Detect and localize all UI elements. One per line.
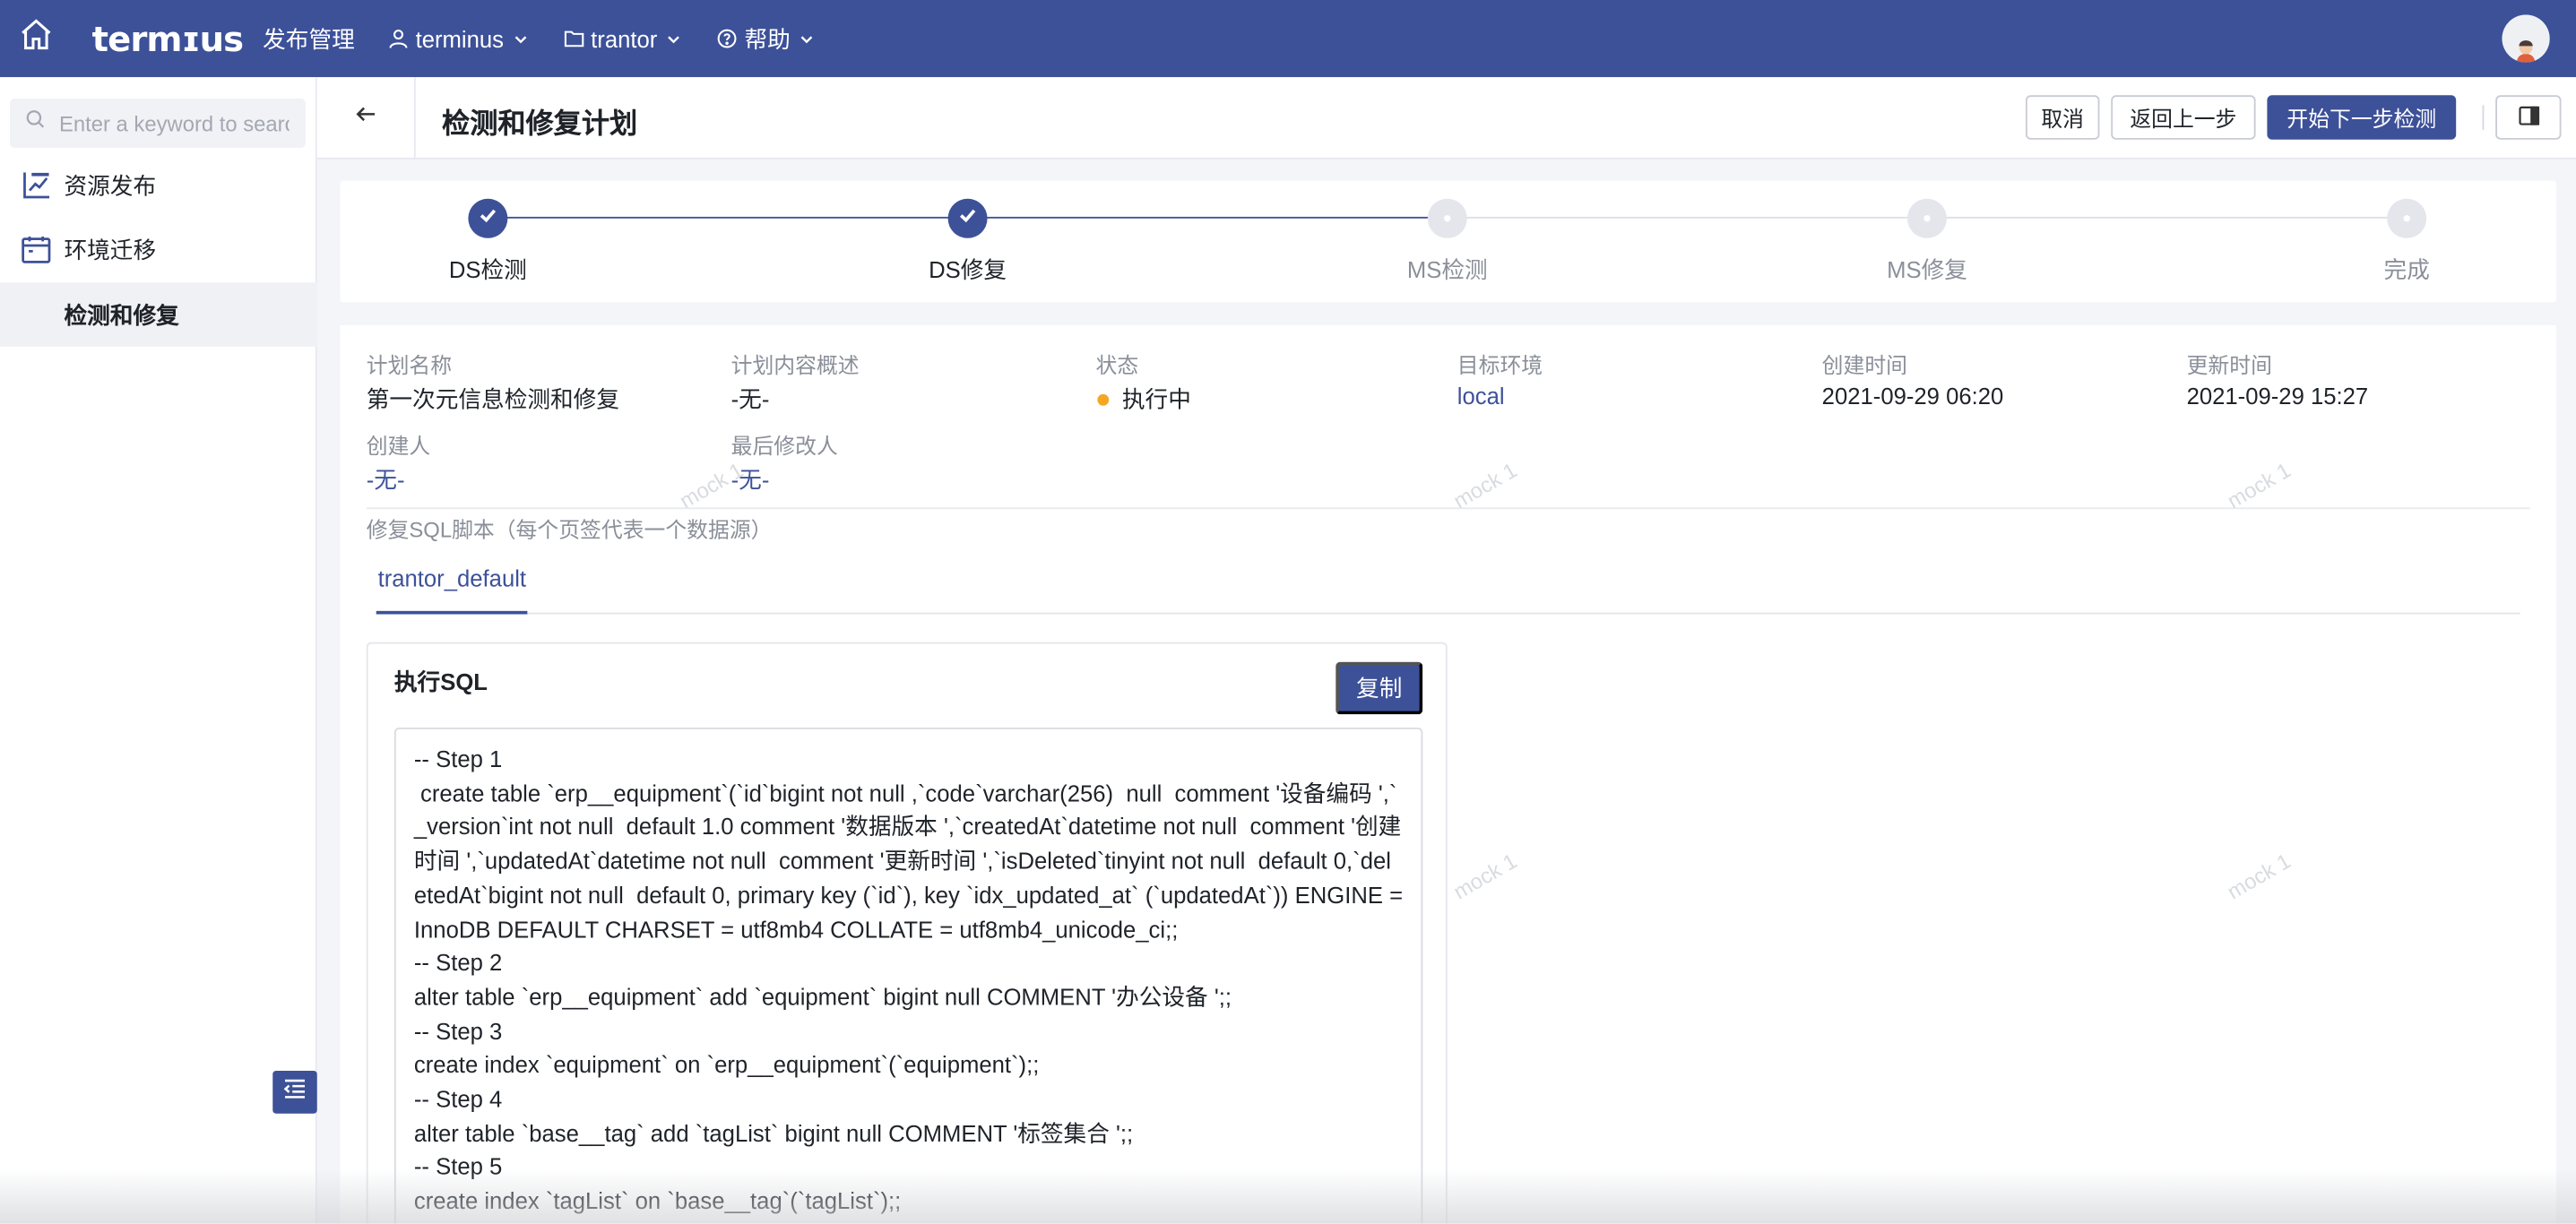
copy-button[interactable]: 复制 [1336,661,1423,715]
watermark: mock 1 [2223,457,2295,513]
creator-value[interactable]: -无- [367,463,405,496]
menu-user-label: terminus [415,25,505,52]
sql-card: 执行SQL 复制 -- Step 1 create table `erp__eq… [366,642,1448,1224]
plan-name-label: 计划名称 [366,353,453,378]
created-time-label: 创建时间 [1821,353,1908,378]
step-ms-detect-marker [1427,198,1467,238]
back-button[interactable] [317,77,416,159]
watermark: mock 1 [1448,457,1521,513]
status-label: 状态 [1095,353,1139,378]
side-panel-icon [2518,104,2539,130]
tab-trantor-default[interactable]: trantor_default [376,565,528,615]
sidebar-search [9,98,306,148]
status-dot [1097,393,1110,406]
watermark: mock 1 [2223,848,2295,904]
chart-icon [20,168,53,202]
step-connector [1447,216,1927,219]
sidebar-item-env-migration[interactable]: 环境迁移 [0,217,317,280]
header-divider [2482,105,2485,130]
sidebar-item-resource-release[interactable]: 资源发布 [0,152,317,216]
updated-time-value: 2021-09-29 15:27 [2186,383,2369,409]
status-value: 执行中 [1121,385,1191,413]
watermark: mock 1 [1448,848,1521,904]
sidebar-item-label: 资源发布 [64,171,157,198]
status-badge: 执行中 [1097,383,1191,416]
page-title: 检测和修复计划 [442,108,638,140]
step-label: MS修复 [1887,255,1967,283]
step-connector [967,216,1448,219]
chevron-down-icon [510,29,530,48]
step-connector [1926,216,2407,219]
chevron-down-icon [797,29,817,48]
product-name[interactable]: 发布管理 [263,22,355,56]
target-env-label: 目标环境 [1457,353,1543,378]
sql-card-title: 执行SQL [393,668,488,695]
modifier-label: 最后修改人 [730,433,838,459]
target-env-link[interactable]: local [1457,383,1505,409]
top-navbar: termɪus 发布管理 terminus trantor 帮助 [0,0,2576,78]
cancel-button[interactable]: 取消 [2025,95,2100,140]
folder-icon [563,28,584,49]
plan-name-value: 第一次元信息检测和修复 [366,385,620,413]
prev-step-button[interactable]: 返回上一步 [2111,95,2256,140]
menu-help-label: 帮助 [744,25,791,52]
sql-section-title: 修复SQL脚本（每个页签代表一个数据源） [366,517,773,542]
app-root: termɪus 发布管理 terminus trantor 帮助 Enter a… [0,0,2576,1224]
calendar-icon [20,232,53,265]
logo: termɪus [91,19,244,59]
step-label: DS修复 [929,255,1007,283]
step-ds-repair-marker [947,198,988,238]
plan-detail-panel: 计划名称 第一次元信息检测和修复 计划内容概述 -无- 状态 执行中 目标环境 … [340,324,2556,1224]
menu-help[interactable]: 帮助 [716,22,817,56]
home-button[interactable] [0,0,73,77]
step-label: 完成 [2383,255,2430,283]
search-input[interactable] [58,110,290,136]
avatar[interactable] [2502,14,2550,63]
sidebar: 资源发布 环境迁移 检测和修复 [0,77,317,1224]
search-icon [24,108,46,138]
step-ms-repair-marker [1906,198,1947,238]
creator-label: 创建人 [366,433,431,459]
sidebar-item-detect-repair[interactable]: 检测和修复 [0,282,317,347]
step-ds-detect-marker [468,198,508,238]
chevron-down-icon [664,29,684,48]
tabs-baseline [376,612,2520,615]
page-header: 检测和修复计划 取消 返回上一步 开始下一步检测 [316,77,2576,159]
check-icon [478,203,497,233]
check-icon [958,203,978,233]
created-time-value: 2021-09-29 06:20 [1821,383,2004,409]
user-icon [387,28,409,49]
step-done-marker [2387,198,2427,238]
menu-project[interactable]: trantor [563,25,684,52]
sql-content[interactable]: -- Step 1 create table `erp__equipment`(… [393,727,1423,1224]
progress-steps: DS检测 DS修复 MS检测 MS修复 完成 [340,180,2556,303]
toggle-panel-button[interactable] [2495,95,2562,140]
sidebar-item-label: 环境迁移 [64,236,157,263]
sidebar-item-label: 检测和修复 [64,301,179,328]
summary-value: -无- [730,385,770,413]
step-connector [488,216,968,219]
updated-time-label: 更新时间 [2186,353,2272,378]
step-label: DS检测 [448,255,527,283]
menu-user[interactable]: terminus [387,25,530,52]
step-label: MS检测 [1406,255,1488,283]
next-step-button[interactable]: 开始下一步检测 [2267,95,2457,140]
help-circle-icon [716,28,738,49]
menu-project-label: trantor [591,25,658,52]
summary-label: 计划内容概述 [730,353,860,378]
arrow-left-icon [355,103,376,133]
sidebar-collapse-button[interactable] [272,1071,317,1114]
home-icon [18,16,54,60]
collapse-menu-icon [282,1076,307,1108]
